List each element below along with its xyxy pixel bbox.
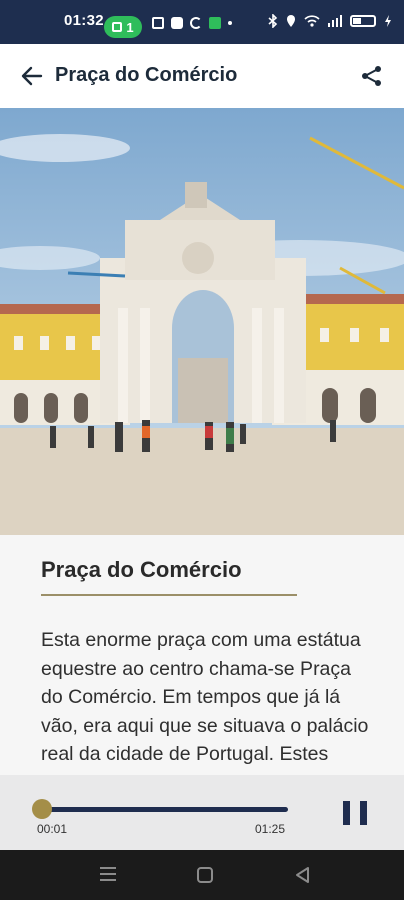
wifi-icon bbox=[304, 15, 320, 27]
pause-icon-bar bbox=[360, 801, 367, 825]
home-icon[interactable] bbox=[197, 867, 213, 883]
status-time: 01:32 bbox=[64, 12, 104, 29]
status-system-icons bbox=[268, 14, 392, 28]
youtube-icon bbox=[171, 17, 183, 29]
current-time: 00:01 bbox=[37, 822, 68, 836]
description-text: Esta enorme praça com uma estátua equest… bbox=[41, 629, 369, 775]
charging-icon bbox=[385, 15, 391, 27]
signal-icon bbox=[328, 15, 342, 27]
pause-icon bbox=[343, 801, 350, 825]
notification-pill: 1 bbox=[104, 16, 142, 38]
navigation-bar bbox=[0, 850, 404, 900]
menu-icon[interactable] bbox=[100, 867, 116, 881]
arch-photo bbox=[0, 108, 404, 535]
page-title: Praça do Comércio bbox=[55, 64, 238, 86]
arrow-left-icon bbox=[21, 66, 43, 86]
location-icon bbox=[287, 15, 295, 27]
c-app-icon bbox=[190, 17, 202, 29]
audio-player: 00:01 01:25 bbox=[0, 775, 404, 850]
app-bar: Praça do Comércio bbox=[0, 44, 404, 108]
gmail-icon bbox=[152, 17, 164, 29]
bluetooth-icon bbox=[268, 14, 278, 28]
pause-button[interactable] bbox=[343, 801, 367, 825]
progress-track[interactable] bbox=[42, 807, 288, 812]
title-divider bbox=[41, 594, 297, 596]
status-app-icons bbox=[152, 17, 232, 29]
b-app-icon bbox=[209, 17, 221, 29]
share-icon bbox=[362, 66, 381, 86]
back-button[interactable] bbox=[18, 62, 46, 90]
more-dot-icon bbox=[228, 21, 232, 25]
hero-photo bbox=[0, 108, 404, 535]
triangle-back-icon[interactable] bbox=[294, 866, 312, 884]
notification-count: 1 bbox=[126, 19, 134, 35]
share-button[interactable] bbox=[358, 62, 386, 90]
status-bar: 01:32 1 bbox=[0, 0, 404, 44]
progress-thumb[interactable] bbox=[32, 799, 52, 819]
total-time: 01:25 bbox=[255, 822, 286, 836]
battery-icon bbox=[350, 15, 376, 27]
description-section: Praça do Comércio Esta enorme praça com … bbox=[0, 535, 404, 775]
notification-icon bbox=[112, 22, 123, 32]
section-title: Praça do Comércio bbox=[41, 557, 242, 582]
